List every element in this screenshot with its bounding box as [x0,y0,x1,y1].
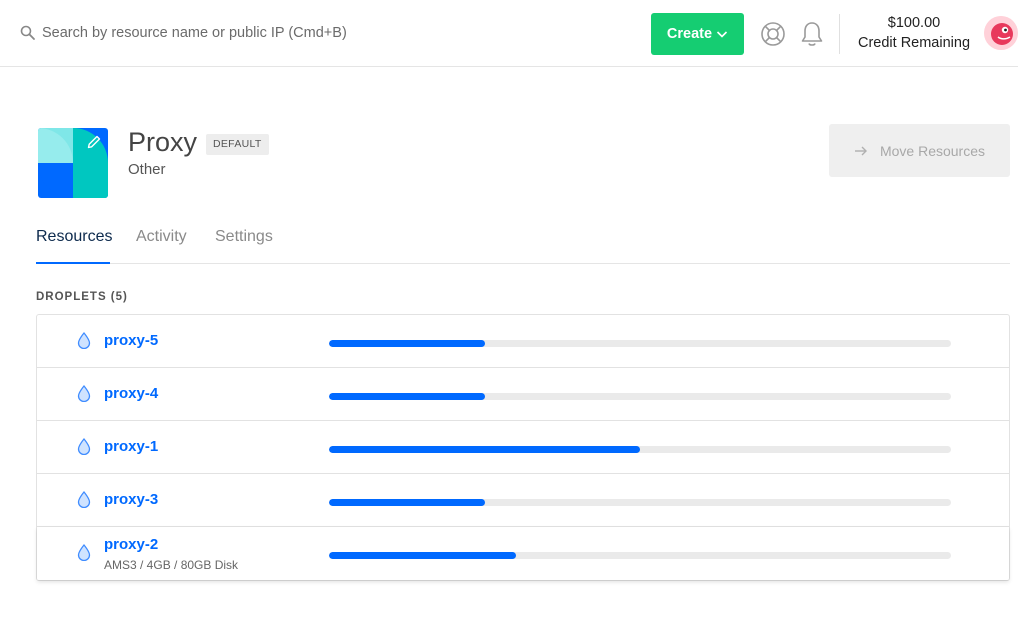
usage-bar-fill [329,393,485,400]
droplet-row[interactable]: proxy-5 [37,315,1009,368]
tab-settings[interactable]: Settings [215,228,273,264]
usage-bar [329,446,951,453]
droplet-icon [77,438,91,455]
droplet-row[interactable]: proxy-1 [37,421,1009,474]
lifebuoy-icon[interactable] [760,21,786,47]
project-logo[interactable] [38,128,108,198]
create-button[interactable]: Create [651,13,744,55]
droplet-row[interactable]: proxy-2 AMS3 / 4GB / 80GB Disk [37,527,1009,580]
droplet-icon [77,491,91,508]
default-badge: DEFAULT [206,134,269,155]
arrow-right-icon [854,146,867,155]
tab-activity[interactable]: Activity [136,228,187,264]
avatar-image [984,16,1018,50]
droplet-meta: AMS3 / 4GB / 80GB Disk [104,558,239,572]
droplet-name-link[interactable]: proxy-5 [104,332,158,349]
header-divider [839,14,840,54]
move-resources-label: Move Resources [879,142,986,159]
droplet-icon [77,332,91,349]
usage-bar-fill [329,446,640,453]
credit-amount: $100.00 [887,15,941,31]
droplets-section-title: DROPLETS (5) [36,291,128,303]
usage-bar-fill [329,340,485,347]
droplet-name-link[interactable]: proxy-2 [104,536,158,553]
project-purpose: Other [128,161,166,178]
droplet-icon [77,544,91,561]
droplet-name-link[interactable]: proxy-3 [104,491,158,508]
droplet-list: proxy-5 proxy-4 proxy-1 proxy-3 proxy-2 … [36,314,1010,581]
chevron-down-icon [716,31,728,38]
usage-bar [329,340,951,347]
tab-resources[interactable]: Resources [36,228,112,264]
droplet-name-link[interactable]: proxy-1 [104,438,158,455]
droplet-row[interactable]: proxy-3 [37,474,1009,527]
usage-bar [329,393,951,400]
usage-bar-fill [329,552,516,559]
top-bar: Create $100.00 Credit Remaining [0,0,1018,67]
bell-icon[interactable] [799,20,825,48]
credit-label: Credit Remaining [857,35,971,51]
droplet-name-link[interactable]: proxy-4 [104,385,158,402]
usage-bar [329,499,951,506]
search-input[interactable] [42,20,462,46]
create-button-label: Create [666,26,713,42]
search-icon [20,25,35,40]
droplet-row[interactable]: proxy-4 [37,368,1009,421]
usage-bar [329,552,951,559]
usage-bar-fill [329,499,485,506]
droplet-icon [77,385,91,402]
move-resources-button[interactable]: Move Resources [829,124,1010,177]
project-title: Proxy [128,127,198,157]
project-tabs: Resources Activity Settings [36,228,1010,264]
avatar[interactable] [984,16,1018,50]
pencil-icon[interactable] [86,134,102,150]
credit-display[interactable]: $100.00 Credit Remaining [850,14,978,54]
